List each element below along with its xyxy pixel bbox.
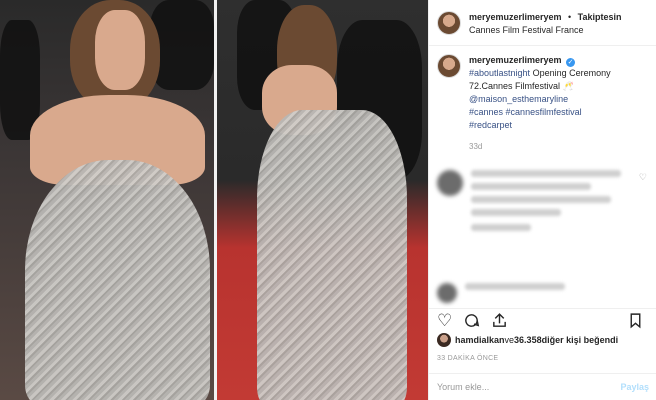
likes-text: ve xyxy=(504,335,515,345)
likes-summary: hamdialkan ve 36.358 diğer kişi beğendi xyxy=(437,333,618,347)
caption: meryemuzerlimeryem ✓ #aboutlastnight Ope… xyxy=(429,46,656,153)
photo-right-panel xyxy=(217,0,428,400)
avatar[interactable] xyxy=(437,10,461,35)
post-photo[interactable] xyxy=(0,0,428,400)
likes-count[interactable]: 36.358 xyxy=(514,335,542,345)
liker-username[interactable]: hamdialkan xyxy=(455,335,505,345)
hashtag-link[interactable]: #cannesfilmfestival xyxy=(506,107,582,117)
caption-username[interactable]: meryemuzerlimeryem xyxy=(469,55,562,65)
post-sidebar: meryemuzerlimeryem • Takiptesin Cannes F… xyxy=(428,0,656,400)
caption-time: 33d xyxy=(469,142,483,151)
photo-gown-shape xyxy=(25,160,210,400)
post-comment-button[interactable]: Paylaş xyxy=(620,382,649,392)
comment-avatar[interactable] xyxy=(437,283,457,303)
post-header: meryemuzerlimeryem • Takiptesin Cannes F… xyxy=(429,0,656,46)
caption-avatar[interactable] xyxy=(437,54,461,78)
comment-text-blurred xyxy=(465,283,565,296)
photo-gown-shape xyxy=(257,110,407,400)
verified-badge-icon: ✓ xyxy=(566,58,576,67)
post-header-meta: meryemuzerlimeryem • Takiptesin Cannes F… xyxy=(469,9,621,37)
likes-text-end[interactable]: diğer kişi beğendi xyxy=(542,335,619,345)
list-item xyxy=(429,283,656,303)
action-bar: ♡ xyxy=(429,308,656,330)
post-timestamp: 33 DAKİKA ÖNCE xyxy=(437,355,499,362)
header-separator: • xyxy=(568,11,572,22)
avatar[interactable] xyxy=(437,333,451,347)
photo-face-shape xyxy=(95,10,145,90)
comment-box: Yorum ekle... Paylaş xyxy=(429,373,656,400)
photo-left-panel xyxy=(0,0,214,400)
mention-link[interactable]: @maison_esthemaryline xyxy=(469,94,568,104)
share-icon[interactable] xyxy=(491,312,508,332)
post-location[interactable]: Cannes Film Festival France xyxy=(469,24,621,37)
hashtag-link[interactable]: #cannes xyxy=(469,107,503,117)
hashtag-link[interactable]: #aboutlastnight xyxy=(469,68,530,78)
post-username[interactable]: meryemuzerlimeryem xyxy=(469,12,562,22)
comment-text-blurred xyxy=(471,170,621,237)
comment-input[interactable]: Yorum ekle... xyxy=(437,382,489,392)
hashtag-link[interactable]: #redcarpet xyxy=(469,120,512,130)
caption-body: meryemuzerlimeryem ✓ #aboutlastnight Ope… xyxy=(469,54,648,153)
list-item: ♡ xyxy=(429,170,656,237)
heart-icon[interactable]: ♡ xyxy=(437,312,452,329)
bookmark-icon[interactable] xyxy=(627,312,644,332)
comment-like-icon[interactable]: ♡ xyxy=(639,172,647,183)
champagne-emoji: 🥂 xyxy=(562,81,574,91)
comment-icon[interactable] xyxy=(463,312,480,332)
following-button[interactable]: Takiptesin xyxy=(578,12,622,22)
comment-avatar[interactable] xyxy=(437,170,463,196)
